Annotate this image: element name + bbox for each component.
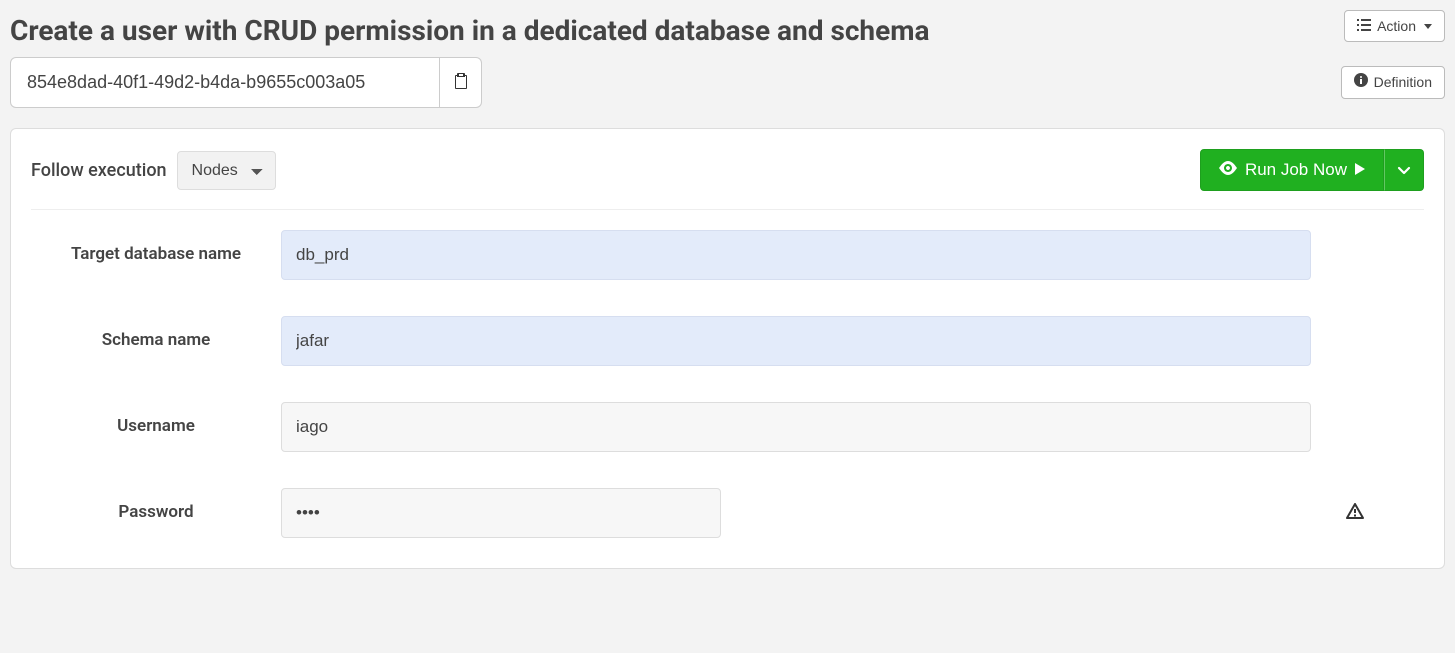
run-job-button[interactable]: Run Job Now [1200,149,1384,191]
copy-uuid-button[interactable] [440,57,482,108]
definition-button[interactable]: Definition [1341,66,1445,98]
list-icon [1357,17,1371,35]
definition-button-label: Definition [1374,73,1432,91]
run-job-label: Run Job Now [1245,160,1347,180]
warning-icon [1346,503,1364,523]
info-icon [1354,73,1368,91]
eye-icon [1219,160,1237,180]
clipboard-icon [454,73,468,93]
target-db-input[interactable] [281,230,1311,280]
username-input[interactable] [281,402,1311,452]
run-job-dropdown[interactable] [1384,149,1424,191]
schema-input[interactable] [281,316,1311,366]
uuid-input[interactable] [10,57,440,108]
password-label: Password [31,488,281,522]
follow-execution-label: Follow execution [31,160,167,181]
schema-label: Schema name [31,316,281,350]
caret-down-icon [1424,24,1432,29]
chevron-down-icon [1397,161,1411,180]
follow-execution-select[interactable]: Nodes [177,151,276,190]
target-db-label: Target database name [31,230,281,264]
username-label: Username [31,402,281,436]
password-input[interactable] [281,488,721,538]
play-icon [1355,160,1365,180]
page-title: Create a user with CRUD permission in a … [10,14,929,47]
action-button[interactable]: Action [1344,10,1445,42]
action-button-label: Action [1377,17,1416,35]
job-card: Follow execution Nodes Run Job Now [10,128,1445,569]
